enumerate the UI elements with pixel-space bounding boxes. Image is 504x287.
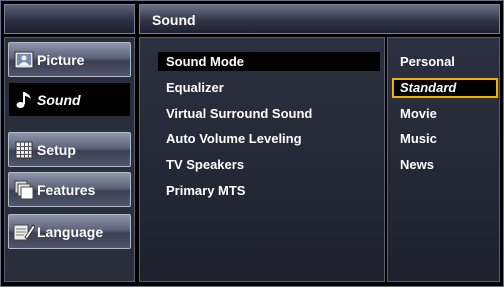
page-title: Sound xyxy=(139,4,500,34)
sidebar-item-label: Setup xyxy=(37,141,76,158)
option-standard[interactable]: Standard xyxy=(392,78,498,98)
option-news[interactable]: News xyxy=(392,155,498,175)
language-icon xyxy=(13,221,35,243)
option-music[interactable]: Music xyxy=(392,129,498,149)
sidebar-item-label: Features xyxy=(37,181,96,198)
sidebar: Picture Sound Setup Features Language xyxy=(4,37,135,282)
sound-menu-panel: Sound Mode Equalizer Virtual Surround So… xyxy=(139,37,385,282)
option-movie[interactable]: Movie xyxy=(392,104,498,124)
sidebar-item-sound[interactable]: Sound xyxy=(8,82,131,117)
sidebar-item-label: Sound xyxy=(37,91,81,108)
sidebar-item-setup[interactable]: Setup xyxy=(8,132,131,167)
sound-mode-options-panel: Personal Standard Movie Music News xyxy=(387,37,500,282)
menu-item-primary-mts[interactable]: Primary MTS xyxy=(158,181,380,200)
option-personal[interactable]: Personal xyxy=(392,52,498,72)
menu-item-virtual-surround-sound[interactable]: Virtual Surround Sound xyxy=(158,104,380,123)
menu-item-auto-volume-leveling[interactable]: Auto Volume Leveling xyxy=(158,129,380,148)
sound-note-icon xyxy=(13,89,35,111)
menu-item-tv-speakers[interactable]: TV Speakers xyxy=(158,155,380,174)
setup-grid-icon xyxy=(13,139,35,161)
sidebar-item-features[interactable]: Features xyxy=(8,172,131,207)
sidebar-item-label: Picture xyxy=(37,51,85,68)
sidebar-item-language[interactable]: Language xyxy=(8,214,131,249)
sidebar-item-label: Language xyxy=(37,223,104,240)
menu-item-sound-mode[interactable]: Sound Mode xyxy=(158,52,380,71)
sidebar-item-picture[interactable]: Picture xyxy=(8,42,131,77)
menu-item-equalizer[interactable]: Equalizer xyxy=(158,78,380,97)
features-icon xyxy=(13,179,35,201)
picture-icon xyxy=(13,49,35,71)
header-left-bar xyxy=(4,4,135,34)
